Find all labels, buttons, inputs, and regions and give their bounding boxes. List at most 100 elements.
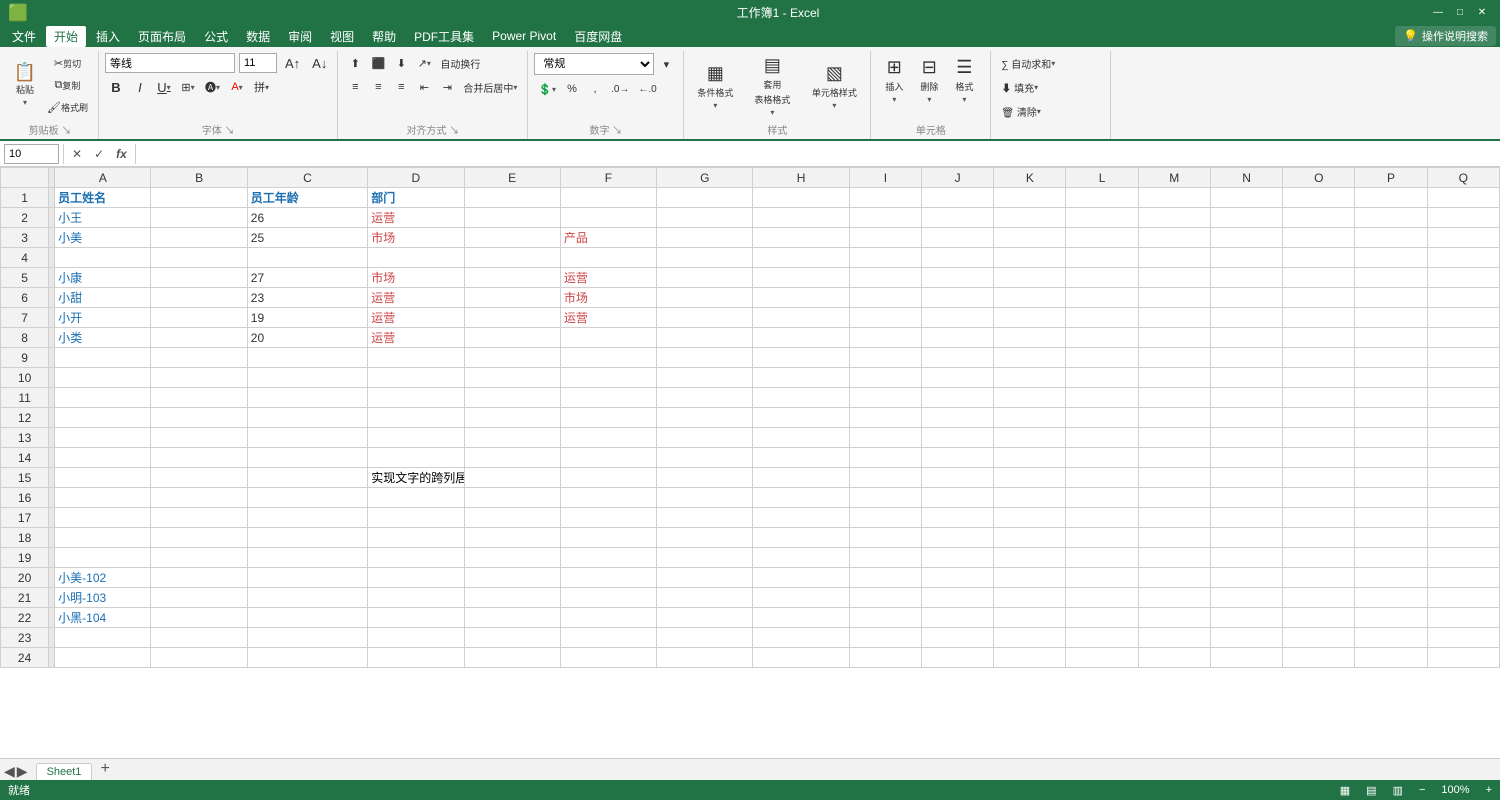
cell-j19[interactable] [921, 548, 993, 568]
cell-p19[interactable] [1355, 548, 1427, 568]
cell-k6[interactable] [994, 288, 1066, 308]
cell-i15[interactable] [849, 468, 921, 488]
cell-k2[interactable] [994, 208, 1066, 228]
cell-f1[interactable] [560, 188, 656, 208]
cell-l14[interactable] [1066, 448, 1138, 468]
cell-m18[interactable] [1138, 528, 1210, 548]
cell-n10[interactable] [1210, 368, 1282, 388]
cell-e14[interactable] [464, 448, 560, 468]
cell-k3[interactable] [994, 228, 1066, 248]
cell-a24[interactable] [55, 648, 151, 668]
cell-e21[interactable] [464, 588, 560, 608]
cell-f19[interactable] [560, 548, 656, 568]
cell-a22[interactable]: 小黑-104 [55, 608, 151, 628]
cell-g16[interactable] [657, 488, 753, 508]
cell-c21[interactable] [247, 588, 367, 608]
row-header[interactable]: 7 [1, 308, 49, 328]
cell-q23[interactable] [1427, 628, 1499, 648]
cell-g9[interactable] [657, 348, 753, 368]
insert-cell-button[interactable]: ⊞ 插入 ▾ [877, 53, 911, 107]
cell-p17[interactable] [1355, 508, 1427, 528]
cell-a11[interactable] [55, 388, 151, 408]
row-header[interactable]: 9 [1, 348, 49, 368]
cell-d6[interactable]: 运营 [368, 288, 464, 308]
cell-k20[interactable] [994, 568, 1066, 588]
cell-b22[interactable] [151, 608, 247, 628]
menu-pdf[interactable]: PDF工具集 [406, 26, 482, 47]
view-layout-button[interactable]: ▤ [1366, 784, 1376, 797]
cell-o5[interactable] [1283, 268, 1355, 288]
cell-f3[interactable]: 产品 [560, 228, 656, 248]
row-header[interactable]: 17 [1, 508, 49, 528]
cell-l13[interactable] [1066, 428, 1138, 448]
cell-p2[interactable] [1355, 208, 1427, 228]
cell-p21[interactable] [1355, 588, 1427, 608]
cell-i11[interactable] [849, 388, 921, 408]
cell-f21[interactable] [560, 588, 656, 608]
cell-b9[interactable] [151, 348, 247, 368]
cell-q9[interactable] [1427, 348, 1499, 368]
cell-o12[interactable] [1283, 408, 1355, 428]
cell-k7[interactable] [994, 308, 1066, 328]
row-header[interactable]: 22 [1, 608, 49, 628]
cell-p5[interactable] [1355, 268, 1427, 288]
indent-decrease-button[interactable]: ⇤ [413, 77, 435, 97]
cell-i2[interactable] [849, 208, 921, 228]
cell-n12[interactable] [1210, 408, 1282, 428]
cell-i5[interactable] [849, 268, 921, 288]
cell-l20[interactable] [1066, 568, 1138, 588]
cell-h11[interactable] [753, 388, 849, 408]
cell-e9[interactable] [464, 348, 560, 368]
cell-p7[interactable] [1355, 308, 1427, 328]
col-header-i[interactable]: I [849, 168, 921, 188]
cell-n23[interactable] [1210, 628, 1282, 648]
menu-formulas[interactable]: 公式 [196, 26, 236, 47]
col-header-p[interactable]: P [1355, 168, 1427, 188]
cell-e12[interactable] [464, 408, 560, 428]
cell-b21[interactable] [151, 588, 247, 608]
cell-g10[interactable] [657, 368, 753, 388]
cell-j9[interactable] [921, 348, 993, 368]
cell-p23[interactable] [1355, 628, 1427, 648]
phonetic-button[interactable]: 拼▾ [250, 77, 273, 97]
cell-c9[interactable] [247, 348, 367, 368]
cell-a16[interactable] [55, 488, 151, 508]
comma-button[interactable]: , [584, 79, 606, 99]
cell-i13[interactable] [849, 428, 921, 448]
cell-e11[interactable] [464, 388, 560, 408]
conditional-format-button[interactable]: ▦ 条件格式 ▾ [690, 59, 740, 113]
cell-c7[interactable]: 19 [247, 308, 367, 328]
cell-f16[interactable] [560, 488, 656, 508]
cell-f24[interactable] [560, 648, 656, 668]
cell-j18[interactable] [921, 528, 993, 548]
cell-h12[interactable] [753, 408, 849, 428]
cell-i18[interactable] [849, 528, 921, 548]
col-header-n[interactable]: N [1210, 168, 1282, 188]
cell-d7[interactable]: 运营 [368, 308, 464, 328]
number-format-dropdown[interactable]: ▾ [655, 54, 677, 74]
cell-a20[interactable]: 小美-102 [55, 568, 151, 588]
cell-j10[interactable] [921, 368, 993, 388]
cell-a3[interactable]: 小美 [55, 228, 151, 248]
cell-b23[interactable] [151, 628, 247, 648]
increase-decimal-button[interactable]: .0→ [607, 79, 633, 99]
underline-button[interactable]: U▾ [153, 77, 175, 97]
menu-review[interactable]: 审阅 [280, 26, 320, 47]
cell-b2[interactable] [151, 208, 247, 228]
cell-b20[interactable] [151, 568, 247, 588]
cell-l2[interactable] [1066, 208, 1138, 228]
cell-a18[interactable] [55, 528, 151, 548]
cell-o22[interactable] [1283, 608, 1355, 628]
cell-n2[interactable] [1210, 208, 1282, 228]
maximize-button[interactable]: □ [1450, 3, 1470, 23]
cell-l3[interactable] [1066, 228, 1138, 248]
cell-m17[interactable] [1138, 508, 1210, 528]
cell-m13[interactable] [1138, 428, 1210, 448]
cell-d17[interactable] [368, 508, 464, 528]
cell-p9[interactable] [1355, 348, 1427, 368]
cell-h17[interactable] [753, 508, 849, 528]
bold-button[interactable]: B [105, 77, 127, 97]
cell-j23[interactable] [921, 628, 993, 648]
view-page-break-button[interactable]: ▥ [1393, 784, 1403, 797]
cell-h14[interactable] [753, 448, 849, 468]
